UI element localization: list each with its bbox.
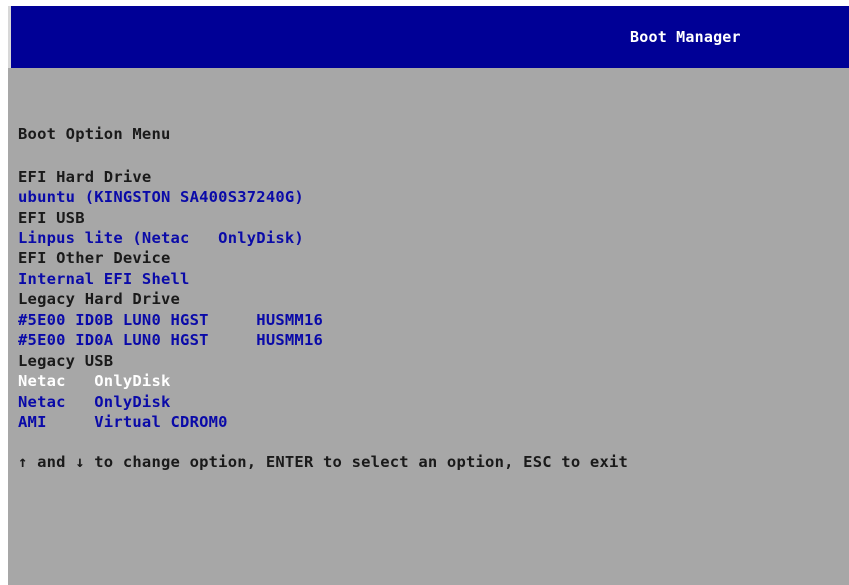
- boot-option-ubuntu[interactable]: ubuntu (KINGSTON SA400S37240G): [18, 187, 304, 207]
- boot-option-hgst-id0a[interactable]: #5E00 ID0A LUN0 HGST HUSMM16: [18, 330, 323, 350]
- boot-option-netac-selected[interactable]: Netac OnlyDisk: [18, 371, 171, 391]
- group-label-efi-other-device: EFI Other Device: [18, 249, 171, 267]
- group-label-efi-hard-drive: EFI Hard Drive: [18, 168, 152, 186]
- boot-option-linpus[interactable]: Linpus lite (Netac OnlyDisk): [18, 228, 304, 248]
- group-label-legacy-hard-drive: Legacy Hard Drive: [18, 290, 181, 308]
- boot-menu-panel: Boot Option Menu EFI Hard Drive ubuntu (…: [8, 68, 849, 585]
- title-bar: Boot Manager: [8, 6, 849, 68]
- bios-screen: Boot Manager Boot Option Menu EFI Hard D…: [0, 0, 849, 585]
- page-title: Boot Manager: [630, 28, 741, 46]
- boot-option-netac[interactable]: Netac OnlyDisk: [18, 392, 171, 412]
- group-label-efi-usb: EFI USB: [18, 209, 85, 227]
- boot-option-hgst-id0b[interactable]: #5E00 ID0B LUN0 HGST HUSMM16: [18, 310, 323, 330]
- boot-option-efi-shell[interactable]: Internal EFI Shell: [18, 269, 190, 289]
- help-text: ↑ and ↓ to change option, ENTER to selec…: [18, 453, 629, 471]
- boot-option-ami-cdrom[interactable]: AMI Virtual CDROM0: [18, 412, 228, 432]
- menu-heading: Boot Option Menu: [18, 125, 171, 143]
- group-label-legacy-usb: Legacy USB: [18, 352, 114, 370]
